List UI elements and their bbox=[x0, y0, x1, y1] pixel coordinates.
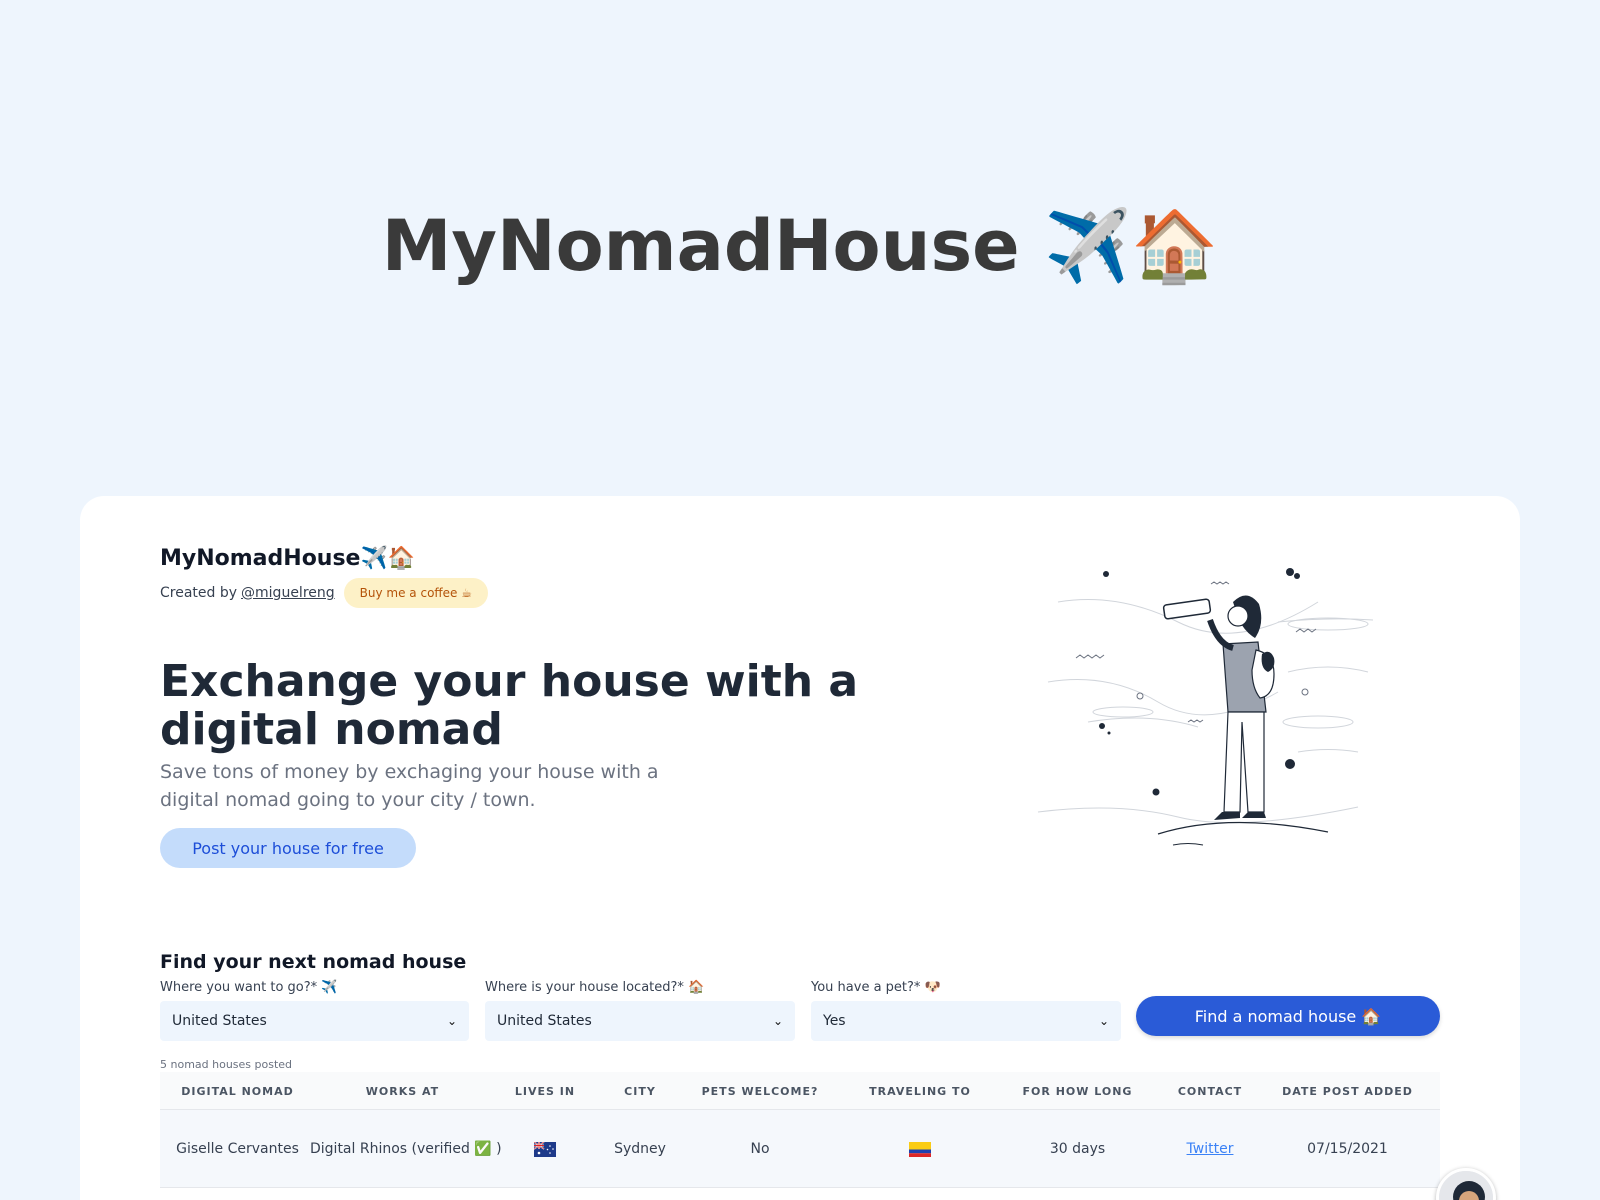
chevron-down-icon: ⌄ bbox=[446, 1014, 457, 1028]
column-header-city: CITY bbox=[624, 1085, 656, 1098]
destination-select[interactable]: United States ⌄ bbox=[160, 1001, 469, 1041]
cell-pets: No bbox=[750, 1141, 770, 1157]
column-header-nomad: DIGITAL NOMAD bbox=[181, 1085, 294, 1098]
cell-duration: 30 days bbox=[1049, 1141, 1106, 1157]
cell-date: 07/15/2021 bbox=[1307, 1141, 1388, 1157]
byline: Created by @miguelreng Buy me a coffee ☕ bbox=[160, 578, 489, 608]
column-header-pets: PETS WELCOME? bbox=[701, 1085, 819, 1098]
column-header-contact: CONTACT bbox=[1177, 1085, 1243, 1098]
post-house-button[interactable]: Post your house for free bbox=[160, 828, 416, 868]
column-header-date: DATE POST ADDED bbox=[1282, 1085, 1413, 1098]
column-header-lives-in: LIVES IN bbox=[514, 1085, 576, 1098]
twitter-contact-link[interactable]: Twitter bbox=[1187, 1141, 1234, 1157]
house-location-select-value: United States bbox=[497, 1013, 592, 1029]
colombia-flag-icon bbox=[909, 1141, 931, 1157]
pet-select-value: Yes bbox=[823, 1013, 846, 1029]
chevron-down-icon: ⌄ bbox=[772, 1014, 783, 1028]
author-handle-link[interactable]: @miguelreng bbox=[241, 585, 335, 601]
house-location-label: Where is your house located?* 🏠 bbox=[485, 980, 705, 995]
page-subheadline: Save tons of money by exchaging your hou… bbox=[160, 761, 659, 811]
house-location-select[interactable]: United States ⌄ bbox=[485, 1001, 795, 1041]
posted-count: 5 nomad houses posted bbox=[160, 1058, 293, 1071]
brand-logo-text[interactable]: MyNomadHouse✈️🏠 bbox=[160, 546, 415, 571]
buy-me-a-coffee-button[interactable]: Buy me a coffee ☕ bbox=[343, 578, 489, 608]
destination-select-value: United States bbox=[172, 1013, 267, 1029]
find-nomad-house-button[interactable]: Find a nomad house 🏠 bbox=[1136, 996, 1440, 1036]
cell-nomad: Giselle Cervantes bbox=[176, 1141, 299, 1157]
main-card: MyNomadHouse✈️🏠 Created by @miguelreng B… bbox=[80, 496, 1520, 1200]
column-header-duration: FOR HOW LONG bbox=[1022, 1085, 1133, 1098]
search-section-title: Find your next nomad house bbox=[160, 951, 467, 973]
cell-city: Sydney bbox=[614, 1141, 666, 1157]
hero-title: MyNomadHouse ✈️🏠 bbox=[381, 205, 1219, 287]
table-header: DIGITAL NOMAD WORKS AT LIVES IN CITY PET… bbox=[160, 1072, 1440, 1110]
table-row: Giselle Cervantes Digital Rhinos (verifi… bbox=[160, 1110, 1440, 1188]
nomad-houses-table: DIGITAL NOMAD WORKS AT LIVES IN CITY PET… bbox=[160, 1072, 1440, 1188]
cell-works-at: Digital Rhinos (verified ✅ ) bbox=[310, 1141, 502, 1157]
cell-lives-in bbox=[505, 1110, 585, 1188]
pet-label: You have a pet?* 🐶 bbox=[811, 980, 941, 995]
destination-label: Where you want to go?* ✈️ bbox=[160, 980, 338, 995]
explorer-illustration bbox=[1037, 568, 1374, 846]
pet-select[interactable]: Yes ⌄ bbox=[811, 1001, 1121, 1041]
column-header-works-at: WORKS AT bbox=[365, 1085, 440, 1098]
cell-traveling-to bbox=[845, 1110, 995, 1188]
australia-flag-icon bbox=[534, 1141, 556, 1157]
page-headline: Exchange your house with a digital nomad bbox=[160, 656, 859, 755]
cell-contact: Twitter bbox=[1155, 1110, 1265, 1188]
chevron-down-icon: ⌄ bbox=[1098, 1014, 1109, 1028]
column-header-traveling-to: TRAVELING TO bbox=[869, 1085, 971, 1098]
created-by-label: Created by bbox=[160, 585, 238, 601]
